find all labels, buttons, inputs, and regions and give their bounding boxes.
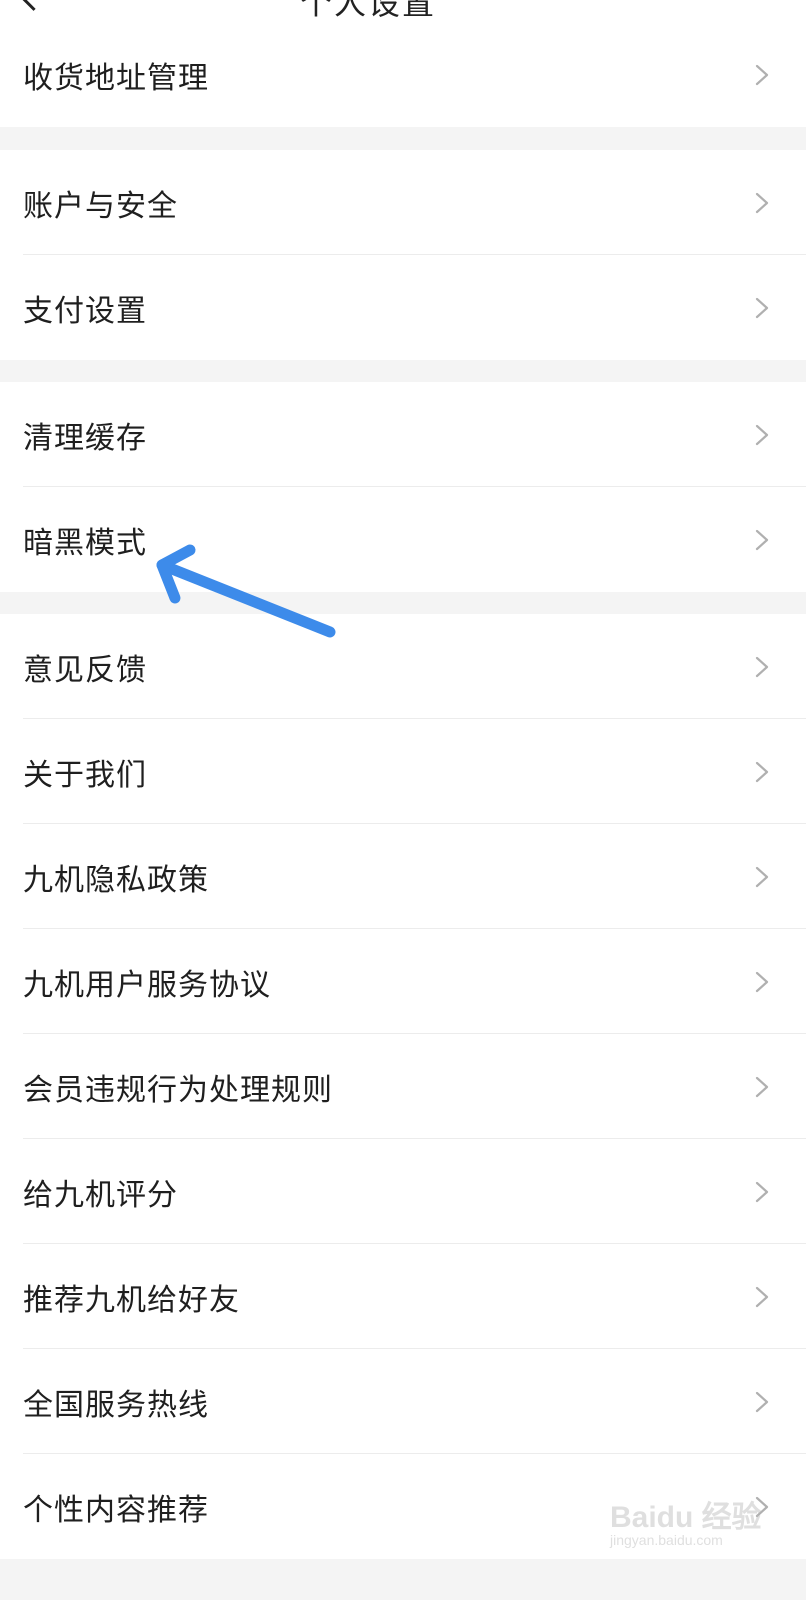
chevron-right-icon (754, 297, 770, 319)
chevron-right-icon (754, 1181, 770, 1203)
chevron-right-icon (754, 866, 770, 888)
settings-item-feedback[interactable]: 意见反馈 (0, 614, 806, 719)
chevron-right-icon (754, 424, 770, 446)
settings-group-display: 清理缓存 暗黑模式 (0, 382, 806, 592)
settings-item-label: 九机用户服务协议 (23, 967, 271, 1003)
settings-group-about: 意见反馈 关于我们 九机隐私政策 九机用户服务协议 会员违规行为处理规则 给九机… (0, 614, 806, 1559)
settings-item-recommend-friends[interactable]: 推荐九机给好友 (0, 1244, 806, 1349)
settings-item-privacy-policy[interactable]: 九机隐私政策 (0, 824, 806, 929)
chevron-right-icon (754, 971, 770, 993)
settings-item-clear-cache[interactable]: 清理缓存 (0, 382, 806, 487)
settings-item-personalized-recommendations[interactable]: 个性内容推荐 (0, 1454, 806, 1559)
settings-item-rate-app[interactable]: 给九机评分 (0, 1139, 806, 1244)
settings-screen: 个人设置 收货地址管理 账户与安全 支付设置 清理缓存 暗黑模式 意见反馈 关于… (0, 0, 806, 1600)
chevron-right-icon (754, 656, 770, 678)
settings-item-account-security[interactable]: 账户与安全 (0, 150, 806, 255)
settings-item-label: 推荐九机给好友 (23, 1282, 240, 1318)
chevron-right-icon (754, 64, 770, 86)
settings-item-label: 暗黑模式 (23, 525, 147, 561)
settings-item-label: 会员违规行为处理规则 (23, 1072, 333, 1108)
page-title: 个人设置 (300, 0, 437, 22)
settings-item-about-us[interactable]: 关于我们 (0, 719, 806, 824)
top-navigation-bar: 个人设置 (0, 0, 806, 22)
settings-item-address-management[interactable]: 收货地址管理 (0, 22, 806, 127)
settings-item-label: 个性内容推荐 (23, 1492, 209, 1528)
settings-item-user-agreement[interactable]: 九机用户服务协议 (0, 929, 806, 1034)
settings-item-dark-mode[interactable]: 暗黑模式 (0, 487, 806, 592)
chevron-right-icon (754, 761, 770, 783)
chevron-right-icon (754, 1076, 770, 1098)
settings-item-label: 账户与安全 (23, 188, 178, 224)
settings-item-member-rules[interactable]: 会员违规行为处理规则 (0, 1034, 806, 1139)
chevron-right-icon (754, 529, 770, 551)
chevron-right-icon (754, 1286, 770, 1308)
settings-item-label: 支付设置 (23, 293, 147, 329)
settings-item-label: 九机隐私政策 (23, 862, 209, 898)
settings-item-payment-settings[interactable]: 支付设置 (0, 255, 806, 360)
chevron-right-icon (754, 192, 770, 214)
settings-group-account: 账户与安全 支付设置 (0, 150, 806, 360)
back-icon[interactable] (20, 0, 47, 11)
settings-item-label: 全国服务热线 (23, 1387, 209, 1423)
settings-item-label: 清理缓存 (23, 420, 147, 456)
settings-item-label: 关于我们 (23, 757, 147, 793)
settings-item-service-hotline[interactable]: 全国服务热线 (0, 1349, 806, 1454)
settings-item-label: 给九机评分 (23, 1177, 178, 1213)
chevron-right-icon (754, 1496, 770, 1518)
chevron-right-icon (754, 1391, 770, 1413)
settings-group-address: 收货地址管理 (0, 22, 806, 127)
settings-item-label: 收货地址管理 (23, 60, 209, 96)
settings-item-label: 意见反馈 (23, 652, 147, 688)
